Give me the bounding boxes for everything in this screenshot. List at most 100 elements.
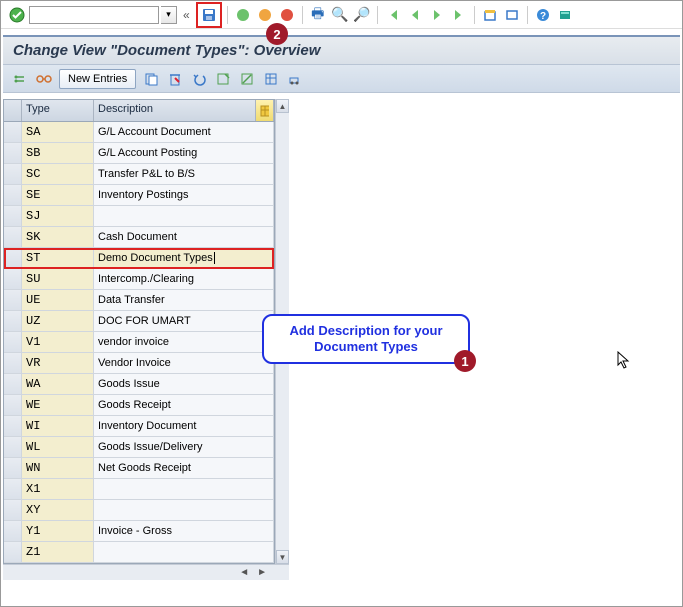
expand-icon[interactable]	[11, 70, 29, 88]
cell-type[interactable]: UE	[22, 290, 94, 310]
table-row[interactable]: SAG/L Account Document	[4, 122, 274, 143]
cell-type[interactable]: V1	[22, 332, 94, 352]
cell-description[interactable]	[94, 206, 274, 226]
table-row[interactable]: Z1	[4, 542, 274, 563]
row-selector[interactable]	[4, 479, 22, 499]
first-page-icon[interactable]	[383, 5, 403, 25]
cell-type[interactable]: Y1	[22, 521, 94, 541]
prev-page-icon[interactable]	[405, 5, 425, 25]
row-selector[interactable]	[4, 143, 22, 163]
scroll-down[interactable]: ▼	[276, 550, 289, 564]
table-row[interactable]: XY	[4, 500, 274, 521]
table-row[interactable]: SJ	[4, 206, 274, 227]
cell-description[interactable]: Inventory Postings	[94, 185, 274, 205]
cell-type[interactable]: XY	[22, 500, 94, 520]
back-icon[interactable]	[233, 5, 253, 25]
column-header-description[interactable]: Description	[94, 100, 256, 121]
copy-icon[interactable]	[142, 70, 160, 88]
cell-type[interactable]: WI	[22, 416, 94, 436]
cell-type[interactable]: WN	[22, 458, 94, 478]
table-row[interactable]: VRVendor Invoice	[4, 353, 274, 374]
undo-icon[interactable]	[190, 70, 208, 88]
select-all-icon[interactable]	[214, 70, 232, 88]
find-next-icon[interactable]: 🔎	[352, 5, 372, 25]
table-row[interactable]: WIInventory Document	[4, 416, 274, 437]
row-selector[interactable]	[4, 374, 22, 394]
table-row[interactable]: SEInventory Postings	[4, 185, 274, 206]
print-icon[interactable]: 🖶	[308, 5, 328, 25]
cell-description[interactable]: Goods Issue/Delivery	[94, 437, 274, 457]
cell-description[interactable]: Cash Document	[94, 227, 274, 247]
table-row[interactable]: WAGoods Issue	[4, 374, 274, 395]
table-row[interactable]: UEData Transfer	[4, 290, 274, 311]
table-settings-icon[interactable]	[262, 70, 280, 88]
cell-type[interactable]: SA	[22, 122, 94, 142]
row-selector[interactable]	[4, 206, 22, 226]
save-icon[interactable]	[199, 5, 219, 25]
cell-type[interactable]: SU	[22, 269, 94, 289]
row-selector[interactable]	[4, 248, 22, 268]
cell-type[interactable]: ST	[22, 248, 94, 268]
cell-type[interactable]: SB	[22, 143, 94, 163]
command-field[interactable]	[29, 6, 159, 24]
cell-type[interactable]: SC	[22, 164, 94, 184]
row-selector[interactable]	[4, 122, 22, 142]
cell-description[interactable]: vendor invoice	[94, 332, 274, 352]
row-selector[interactable]	[4, 269, 22, 289]
cell-description[interactable]: Inventory Document	[94, 416, 274, 436]
table-config-icon[interactable]	[256, 100, 274, 121]
cell-description[interactable]: Transfer P&L to B/S	[94, 164, 274, 184]
transport-icon[interactable]	[286, 70, 304, 88]
cell-type[interactable]: WL	[22, 437, 94, 457]
cell-type[interactable]: SE	[22, 185, 94, 205]
table-row[interactable]: UZDOC FOR UMART	[4, 311, 274, 332]
table-row[interactable]: X1	[4, 479, 274, 500]
exit-icon[interactable]	[255, 5, 275, 25]
table-row[interactable]: WLGoods Issue/Delivery	[4, 437, 274, 458]
cell-description[interactable]: G/L Account Document	[94, 122, 274, 142]
last-page-icon[interactable]	[449, 5, 469, 25]
row-selector[interactable]	[4, 542, 22, 562]
cell-description[interactable]: Goods Issue	[94, 374, 274, 394]
row-selector[interactable]	[4, 353, 22, 373]
row-selector[interactable]	[4, 311, 22, 331]
scroll-left[interactable]: ◄	[237, 567, 251, 578]
delete-icon[interactable]	[166, 70, 184, 88]
row-selector[interactable]	[4, 437, 22, 457]
cell-type[interactable]: WE	[22, 395, 94, 415]
cell-description[interactable]: Goods Receipt	[94, 395, 274, 415]
row-selector[interactable]	[4, 164, 22, 184]
row-selector[interactable]	[4, 416, 22, 436]
cell-description[interactable]	[94, 542, 274, 562]
scroll-right[interactable]: ►	[255, 567, 269, 578]
layout-icon[interactable]	[555, 5, 575, 25]
cell-description[interactable]	[94, 500, 274, 520]
cell-description[interactable]: Vendor Invoice	[94, 353, 274, 373]
deselect-all-icon[interactable]	[238, 70, 256, 88]
cell-type[interactable]: WA	[22, 374, 94, 394]
row-selector[interactable]	[4, 227, 22, 247]
cell-description[interactable]: Invoice - Gross	[94, 521, 274, 541]
new-session-icon[interactable]	[480, 5, 500, 25]
cell-type[interactable]: SK	[22, 227, 94, 247]
cell-description[interactable]: G/L Account Posting	[94, 143, 274, 163]
glasses-icon[interactable]	[35, 70, 53, 88]
cell-type[interactable]: VR	[22, 353, 94, 373]
cell-type[interactable]: X1	[22, 479, 94, 499]
new-entries-button[interactable]: New Entries	[59, 69, 136, 89]
table-row[interactable]: Y1Invoice - Gross	[4, 521, 274, 542]
find-icon[interactable]: 🔍	[330, 5, 350, 25]
row-selector[interactable]	[4, 185, 22, 205]
cell-type[interactable]: SJ	[22, 206, 94, 226]
enter-icon[interactable]	[7, 5, 27, 25]
command-dropdown[interactable]: ▾	[161, 6, 177, 24]
table-row[interactable]: WEGoods Receipt	[4, 395, 274, 416]
select-all-column[interactable]	[4, 100, 22, 121]
cell-description[interactable]: Net Goods Receipt	[94, 458, 274, 478]
table-row[interactable]: SCTransfer P&L to B/S	[4, 164, 274, 185]
cell-type[interactable]: Z1	[22, 542, 94, 562]
row-selector[interactable]	[4, 395, 22, 415]
row-selector[interactable]	[4, 521, 22, 541]
column-header-type[interactable]: Type	[22, 100, 94, 121]
shortcut-icon[interactable]	[502, 5, 522, 25]
